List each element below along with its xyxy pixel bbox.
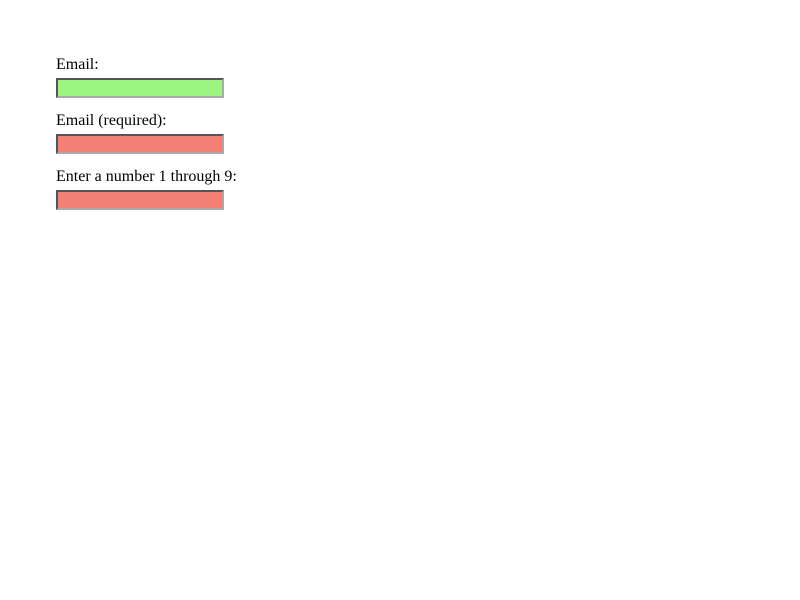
number-input[interactable] bbox=[56, 190, 224, 210]
email-required-label: Email (required): bbox=[56, 112, 744, 130]
email-required-input[interactable] bbox=[56, 134, 224, 154]
email-field-group: Email: bbox=[56, 56, 744, 98]
email-input[interactable] bbox=[56, 78, 224, 98]
number-label: Enter a number 1 through 9: bbox=[56, 168, 744, 186]
number-field-group: Enter a number 1 through 9: bbox=[56, 168, 744, 210]
email-label: Email: bbox=[56, 56, 744, 74]
email-required-field-group: Email (required): bbox=[56, 112, 744, 154]
